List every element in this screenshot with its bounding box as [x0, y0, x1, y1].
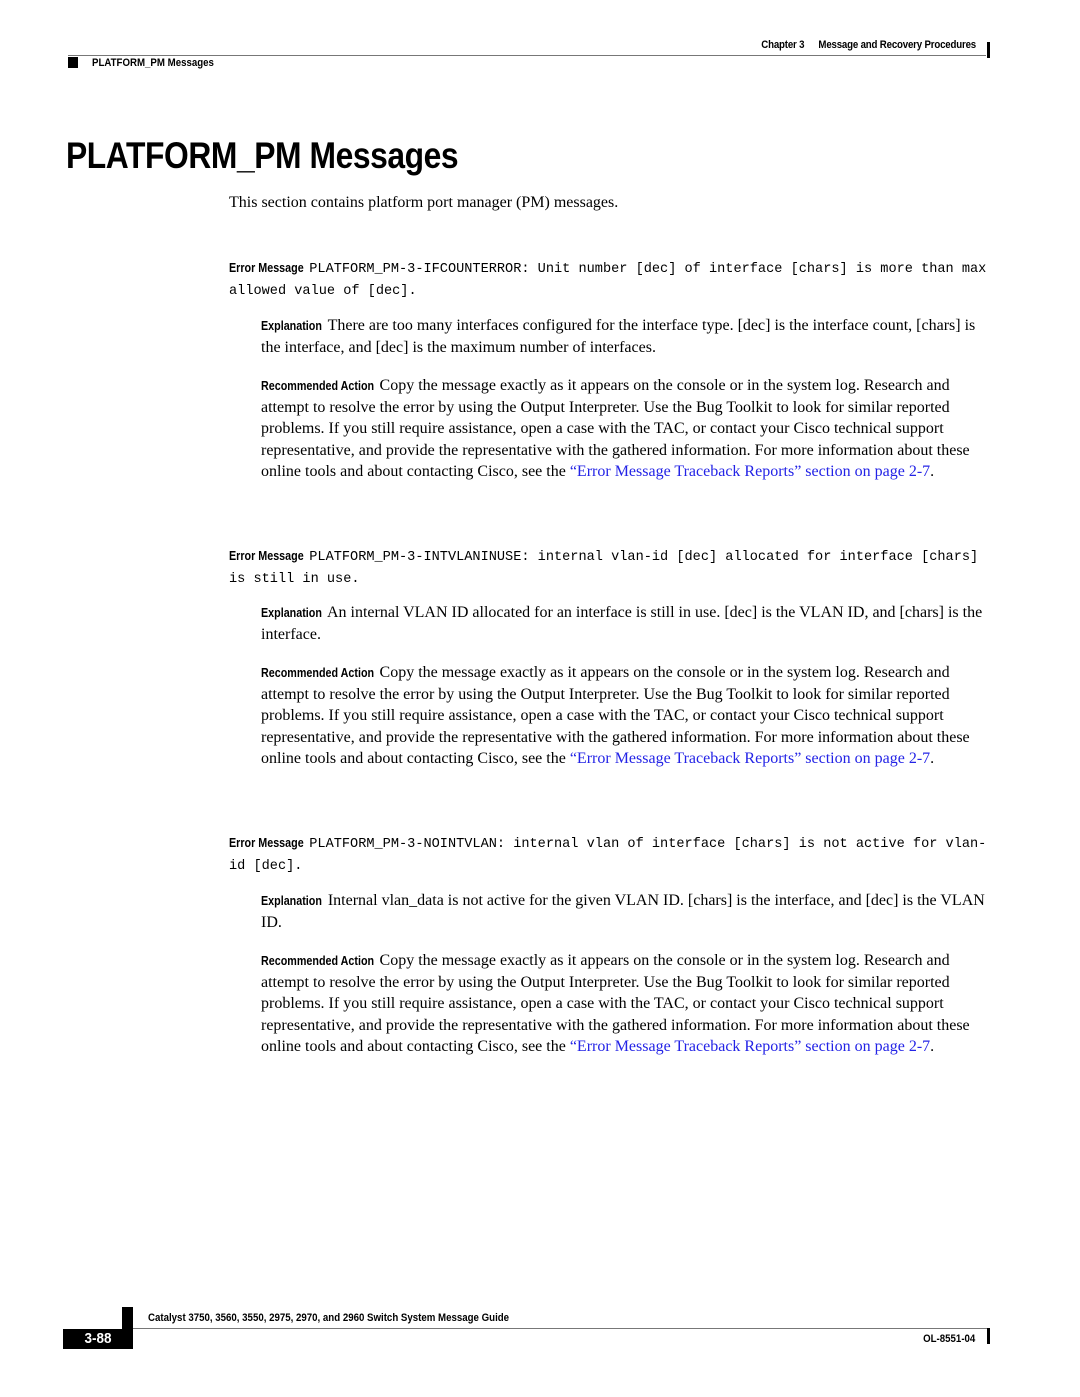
- traceback-reports-link[interactable]: “Error Message Traceback Reports” sectio…: [570, 750, 930, 767]
- recommended-action-label: Recommended Action: [261, 379, 375, 393]
- sentence-end: .: [930, 1037, 935, 1055]
- error-code: PLATFORM_PM-3-IFCOUNTERROR: Unit number …: [229, 262, 995, 299]
- page-number: 3-88: [84, 1330, 112, 1347]
- recommended-action-1: Recommended Action Copy the message exac…: [261, 375, 989, 482]
- error-message-1: Error Message PLATFORM_PM-3-IFCOUNTERROR…: [229, 258, 999, 302]
- error-message-3: Error Message PLATFORM_PM-3-NOINTVLAN: i…: [229, 833, 999, 877]
- page-number-box: 3-88: [63, 1329, 133, 1349]
- footer-right-bar: [987, 1328, 990, 1344]
- traceback-reports-link[interactable]: “Error Message Traceback Reports” sectio…: [570, 463, 930, 480]
- explanation-label: Explanation: [261, 894, 322, 908]
- error-message-label: Error Message: [229, 261, 304, 275]
- chapter-title: Message and Recovery Procedures: [818, 39, 976, 51]
- recommended-action-label: Recommended Action: [261, 954, 375, 968]
- explanation-label: Explanation: [261, 606, 322, 620]
- error-message-label: Error Message: [229, 549, 304, 563]
- explanation-1: Explanation There are too many interface…: [261, 315, 989, 358]
- error-message-2: Error Message PLATFORM_PM-3-INTVLANINUSE…: [229, 546, 999, 590]
- traceback-reports-link[interactable]: “Error Message Traceback Reports” sectio…: [570, 1038, 930, 1055]
- recommended-action-3: Recommended Action Copy the message exac…: [261, 950, 989, 1057]
- page-title: PLATFORM_PM Messages: [66, 135, 459, 176]
- error-message-label: Error Message: [229, 836, 304, 850]
- error-code: PLATFORM_PM-3-INTVLANINUSE: internal vla…: [229, 550, 987, 587]
- sentence-end: .: [930, 462, 935, 480]
- intro-text: This section contains platform port mana…: [229, 194, 619, 211]
- explanation-text: An internal VLAN ID allocated for an int…: [261, 604, 983, 644]
- footer-rule: [133, 1328, 988, 1329]
- explanation-2: Explanation An internal VLAN ID allocate…: [261, 602, 989, 645]
- explanation-label: Explanation: [261, 319, 322, 333]
- header-right-bar: [987, 42, 990, 58]
- header-section-marker: [68, 57, 78, 68]
- explanation-3: Explanation Internal vlan_data is not ac…: [261, 890, 989, 933]
- doc-number: OL-8551-04: [922, 1333, 975, 1345]
- running-header-chapter: Chapter 3 Message and Recovery Procedures: [761, 39, 976, 51]
- running-header-section: PLATFORM_PM Messages: [92, 57, 214, 69]
- error-code: PLATFORM_PM-3-NOINTVLAN: internal vlan o…: [229, 837, 987, 874]
- chapter-number: Chapter 3: [761, 39, 805, 51]
- header-rule: [68, 55, 986, 56]
- sentence-end: .: [930, 749, 935, 767]
- recommended-action-2: Recommended Action Copy the message exac…: [261, 662, 989, 769]
- footer-guide-title: Catalyst 3750, 3560, 3550, 2975, 2970, a…: [148, 1312, 510, 1324]
- recommended-action-label: Recommended Action: [261, 666, 375, 680]
- explanation-text: There are too many interfaces configured…: [261, 317, 976, 357]
- footer-marker: [122, 1307, 133, 1329]
- explanation-text: Internal vlan_data is not active for the…: [261, 892, 985, 932]
